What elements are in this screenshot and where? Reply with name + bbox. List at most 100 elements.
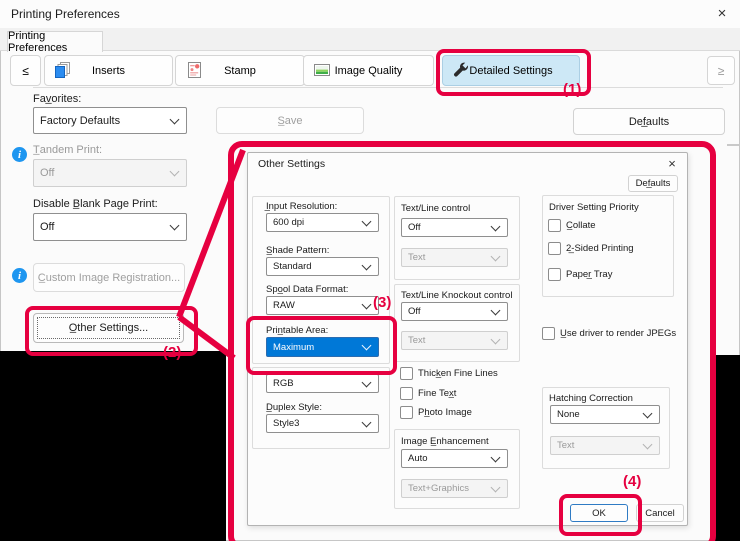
two-sided-printing-checkbox[interactable]: [548, 242, 561, 255]
dialog-title: Other Settings: [258, 158, 325, 170]
paper-tray-checkbox[interactable]: [548, 268, 561, 281]
input-resolution-select[interactable]: 600 dpi: [266, 213, 379, 232]
knockout-control-select[interactable]: Off: [401, 302, 508, 321]
color-mode-value: RGB: [267, 378, 363, 389]
annotation-step-1: (1): [563, 81, 581, 98]
chevron-down-icon: [362, 216, 372, 226]
knockout-control-sub-value: Text: [402, 335, 492, 346]
text-line-control-sub-value: Text: [402, 252, 492, 263]
shade-pattern-value: Standard: [267, 261, 363, 272]
chevron-down-icon: [170, 114, 180, 124]
printable-area-value: Maximum: [267, 342, 363, 353]
spool-data-format-label: Spo̲ol Data Format:: [266, 284, 348, 295]
black-mask-right: [711, 355, 740, 541]
close-icon[interactable]: ×: [712, 5, 732, 23]
hatching-correction-select[interactable]: None: [550, 405, 660, 424]
render-jpegs-checkbox[interactable]: [542, 327, 555, 340]
chevron-down-icon: [491, 482, 501, 492]
chevron-down-icon: [491, 334, 501, 344]
thicken-fine-lines-checkbox[interactable]: [400, 367, 413, 380]
photo-image-checkbox[interactable]: [400, 406, 413, 419]
toolbar-button-inserts[interactable]: Inserts: [44, 55, 173, 86]
dialog-defaults-button[interactable]: Def̲aults: [628, 175, 678, 192]
chevron-down-icon: [643, 408, 653, 418]
tandem-print-select: Off: [33, 159, 187, 187]
ok-button[interactable]: OK: [570, 504, 628, 522]
chevron-down-icon: [491, 221, 501, 231]
paper-tray-row: Paper̲ Tray: [548, 268, 612, 281]
toolbar-button-label: Image Quality: [304, 56, 433, 85]
chevron-down-icon: [491, 452, 501, 462]
input-resolution-label: I̲nput Resolution:: [266, 201, 337, 212]
chevron-down-icon: [491, 305, 501, 315]
driver-setting-priority-label: Driver Setting Priority: [549, 202, 639, 213]
chevron-down-icon: [170, 221, 180, 231]
disable-blank-page-select[interactable]: Off: [33, 213, 187, 241]
hatching-correction-label: Hatching Correction: [549, 393, 633, 404]
defaults-button[interactable]: Def̲aults: [573, 108, 725, 135]
toolbar-divider: [33, 87, 723, 88]
annotation-step-3: (3): [373, 294, 391, 311]
two-sided-printing-row: 2̲-Sided Printing: [548, 242, 634, 255]
tab-printing-preferences[interactable]: Printing Preferences: [7, 31, 103, 52]
text-line-control-select[interactable]: Off: [401, 218, 508, 237]
render-jpegs-row: U̲se driver to render JPEGs: [542, 327, 676, 340]
window-title: Printing Preferences: [11, 7, 120, 21]
printable-area-select[interactable]: Maximum: [266, 337, 379, 357]
fine-text-checkbox[interactable]: [400, 387, 413, 400]
text-line-control-sub-select: Text: [401, 248, 508, 267]
chevron-down-icon: [491, 251, 501, 261]
image-enhancement-label: Image E̲nhancement: [401, 436, 489, 447]
chevron-down-icon: [362, 341, 372, 351]
chevron-down-icon: [362, 417, 372, 427]
chevron-down-icon: [643, 439, 653, 449]
collate-label: C̲ollate: [566, 220, 596, 231]
photo-image-row: Ph̲oto Image: [400, 406, 472, 419]
toolbar-button-image-quality[interactable]: Image Quality: [303, 55, 434, 86]
render-jpegs-label: U̲se driver to render JPEGs: [560, 328, 676, 339]
black-mask-left: [0, 351, 226, 541]
collate-row: C̲ollate: [548, 219, 596, 232]
tandem-print-label: T̲andem Print:: [33, 144, 102, 156]
color-mode-select[interactable]: RGB: [266, 374, 379, 393]
fine-text-label: Fine Tex̲t: [418, 388, 456, 399]
thicken-fine-lines-row: Thick̲en Fine Lines: [400, 367, 498, 380]
other-settings-button[interactable]: O̲ther Settings...: [33, 313, 184, 343]
two-sided-printing-label: 2̲-Sided Printing: [566, 243, 634, 254]
knockout-control-value: Off: [402, 306, 492, 317]
custom-image-registration-button: C̲ustom Image Registration...: [33, 263, 185, 292]
chevron-down-icon: [362, 299, 372, 309]
tandem-print-value: Off: [34, 167, 171, 179]
shade-pattern-select[interactable]: Standard: [266, 257, 379, 276]
duplex-style-value: Style3: [267, 418, 363, 429]
image-enhancement-select[interactable]: Auto: [401, 449, 508, 468]
printing-preferences-window: Printing Preferences × Printing Preferen…: [0, 0, 740, 541]
photo-image-label: Ph̲oto Image: [418, 407, 472, 418]
duplex-style-label: D̲uplex Style:: [266, 402, 322, 413]
fine-text-row: Fine Tex̲t: [400, 387, 456, 400]
favorites-select[interactable]: Factory Defaults: [33, 107, 187, 134]
knockout-control-sub-select: Text: [401, 331, 508, 350]
favorites-label: Fav̲orites:: [33, 93, 81, 105]
toolbar-button-stamp[interactable]: Stamp: [175, 55, 305, 86]
info-icon: i: [12, 268, 27, 283]
duplex-style-select[interactable]: Style3: [266, 414, 379, 433]
next-page-button: ≥: [707, 56, 735, 85]
knockout-control-label: Text/Line Knockout control: [401, 290, 512, 301]
toolbar-button-label: Detailed Settings: [443, 56, 579, 85]
save-button: S̲ave: [216, 107, 364, 134]
printable-area-label: Prin̲table Area:: [266, 325, 328, 336]
dialog-close-icon[interactable]: ×: [663, 155, 681, 173]
annotation-step-4: (4): [623, 473, 641, 490]
toolbar-button-detailed-settings[interactable]: Detailed Settings: [442, 55, 580, 86]
input-resolution-value: 600 dpi: [267, 217, 363, 228]
chevron-down-icon: [362, 260, 372, 270]
collate-checkbox[interactable]: [548, 219, 561, 232]
cancel-button[interactable]: Cancel: [636, 504, 684, 522]
spool-data-format-select[interactable]: RAW: [266, 296, 379, 315]
chevron-down-icon: [362, 377, 372, 387]
prev-page-button[interactable]: ≤: [10, 55, 41, 86]
info-icon: i: [12, 147, 27, 162]
tab-strip: [0, 28, 740, 51]
disable-blank-page-value: Off: [34, 221, 171, 233]
